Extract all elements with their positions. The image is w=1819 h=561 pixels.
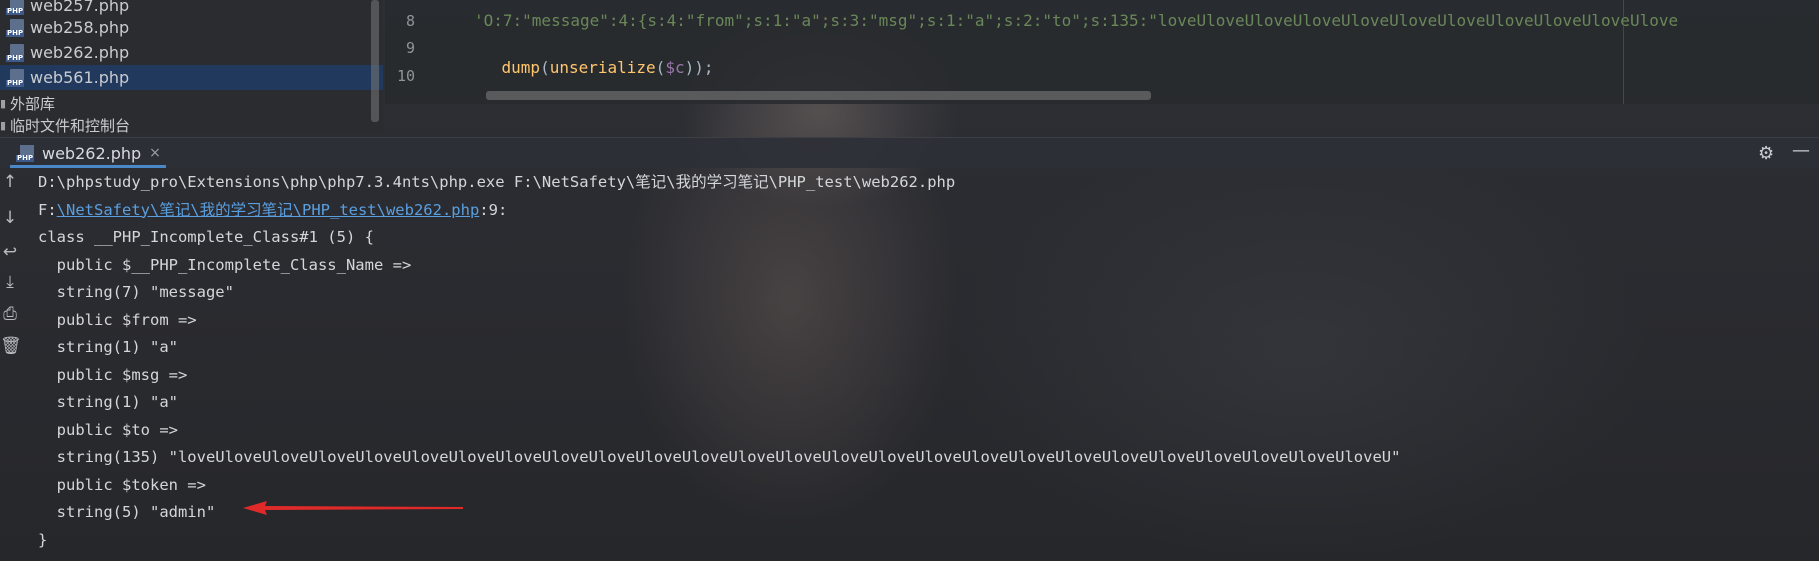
console-line: class __PHP_Incomplete_Class#1 (5) {	[38, 228, 374, 246]
gear-icon[interactable]: ⚙	[1758, 143, 1774, 164]
code-token: ));	[684, 58, 714, 77]
tree-file-web561[interactable]: PHP web561.php	[0, 65, 383, 90]
up-arrow-icon[interactable]: ↑	[0, 172, 20, 192]
right-margin-guide	[1623, 0, 1624, 104]
active-tab-indicator	[10, 165, 166, 168]
scroll-to-end-icon[interactable]: ⤓	[0, 272, 20, 292]
soft-wrap-icon[interactable]: ↩	[0, 242, 20, 262]
source-file-link[interactable]: \NetSafety\笔记\我的学习笔记\PHP_test\web262.php	[57, 201, 480, 219]
php-file-icon: PHP	[6, 18, 26, 37]
console-line: public $to =>	[38, 420, 178, 439]
line-number: 8	[405, 12, 415, 30]
project-tree: PHP web257.php PHP web258.php PHP web262…	[0, 0, 383, 134]
editor-horizontal-scrollbar[interactable]	[486, 91, 1151, 100]
php-file-icon: PHP	[16, 144, 36, 162]
tree-file-web262[interactable]: PHP web262.php	[0, 40, 383, 65]
tree-file-label: web257.php	[30, 0, 130, 15]
down-arrow-icon[interactable]: ↓	[0, 208, 20, 228]
tree-node-scratches[interactable]: ▮ 临时文件和控制台	[0, 116, 131, 135]
code-editor[interactable]: 8 9 10 'O:7:"message":4:{s:4:"from";s:1:…	[385, 0, 1819, 104]
minimize-icon[interactable]: —	[1792, 140, 1810, 161]
tree-scrollbar[interactable]	[371, 0, 379, 122]
php-file-icon: PHP	[6, 43, 26, 62]
code-token: dump	[501, 58, 541, 77]
console-line: public $msg =>	[38, 365, 188, 384]
library-icon: ▮	[0, 96, 7, 110]
location-prefix: F:	[38, 200, 57, 219]
run-tab-web262[interactable]: PHP web262.php ×	[16, 138, 161, 168]
console-location-line: F:\NetSafety\笔记\我的学习笔记\PHP_test\web262.p…	[38, 200, 1808, 228]
console-line: string(1) "a"	[38, 393, 178, 411]
console-command-line: D:\phpstudy_pro\Extensions\php\php7.3.4n…	[38, 173, 956, 191]
tree-file-web258[interactable]: PHP web258.php	[0, 15, 383, 40]
tree-file-label: web258.php	[30, 18, 130, 37]
tree-node-label: 外部库	[10, 94, 56, 113]
console-line: string(135) "loveUloveUloveUloveUloveUlo…	[38, 448, 1401, 466]
tree-node-external-libraries[interactable]: ▮ 外部库	[0, 91, 55, 115]
code-token: unserialize	[549, 58, 656, 77]
code-line-9: dump(unserialize($c));	[463, 39, 714, 96]
location-suffix: :9:	[479, 200, 508, 219]
console-line: }	[38, 530, 48, 549]
run-toolbar: ↑ ↓ ↩ ⤓ ⎙ 🗑	[0, 168, 24, 561]
line-number: 9	[405, 39, 415, 57]
console-line: string(7) "message"	[38, 283, 234, 301]
code-line-8: 'O:7:"message":4:{s:4:"from";s:1:"a";s:3…	[474, 11, 1679, 30]
console-line: string(1) "a"	[38, 338, 178, 356]
close-icon[interactable]: ×	[149, 145, 161, 161]
trash-icon[interactable]: 🗑	[0, 336, 22, 356]
php-file-icon: PHP	[6, 0, 26, 15]
code-token: $c	[665, 58, 685, 77]
scratch-icon: ▮	[0, 118, 7, 132]
line-gutter: 8 9 10	[385, 0, 457, 104]
annotation-arrow	[243, 501, 463, 515]
console-line: public $__PHP_Incomplete_Class_Name =>	[38, 255, 412, 274]
console-line: public $from =>	[38, 310, 197, 329]
tree-file-label: web561.php	[30, 68, 130, 87]
code-token: (	[655, 58, 666, 77]
tree-node-label: 临时文件和控制台	[10, 116, 131, 135]
code-token: (	[540, 58, 550, 77]
run-tab-label: web262.php	[42, 143, 142, 163]
print-icon[interactable]: ⎙	[0, 304, 20, 324]
run-tool-window-header: PHP web262.php × ⚙ —	[0, 137, 1819, 168]
php-file-icon: PHP	[6, 68, 26, 87]
line-number: 10	[396, 67, 415, 85]
tree-file-label: web262.php	[30, 43, 130, 62]
